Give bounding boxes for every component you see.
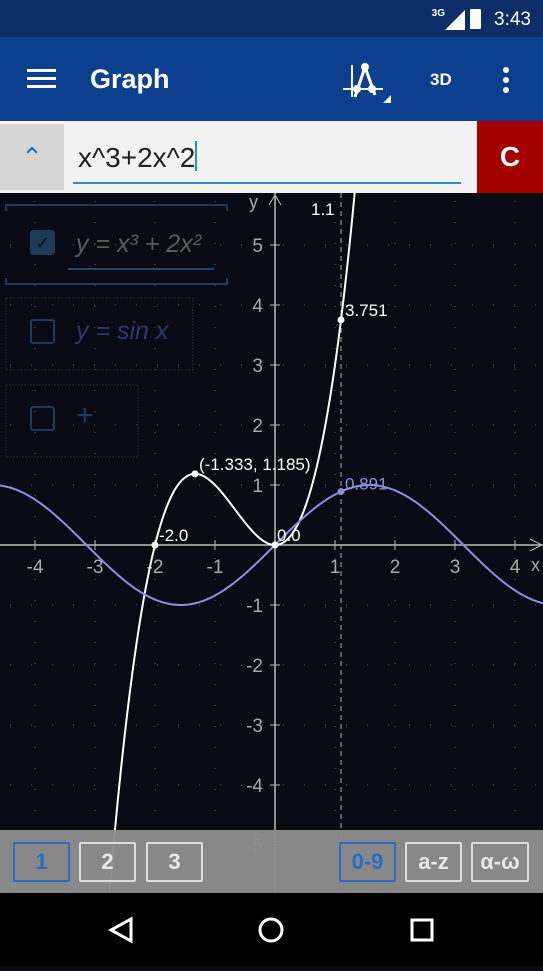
input-underline <box>73 182 461 184</box>
page-2-button[interactable]: 2 <box>79 842 136 882</box>
trace-x-label: 1.1 <box>311 200 335 219</box>
function-3-checkbox[interactable] <box>30 406 55 431</box>
status-bar: 3G 3:43 <box>0 0 543 37</box>
expression-input[interactable]: x^3+2x^2 <box>78 141 197 174</box>
y-tick-label: 1 <box>252 476 263 497</box>
x-tick-label: -1 <box>207 557 224 578</box>
add-function-button[interactable]: + <box>76 399 94 433</box>
function-1-label[interactable]: y = x³ + 2x² <box>76 230 201 259</box>
clock: 3:43 <box>494 9 531 30</box>
point-marker <box>337 316 345 324</box>
menu-icon[interactable] <box>27 69 56 89</box>
navigation-bar <box>0 893 543 966</box>
function-list: ✓ y = x³ + 2x² y = sin x + <box>0 193 260 463</box>
function-2-checkbox[interactable] <box>30 319 55 344</box>
battery-icon <box>470 9 481 29</box>
letters-mode-button[interactable]: a-z <box>405 842 462 882</box>
point-label: 3.751 <box>345 301 388 320</box>
y-tick-label: -2 <box>246 656 263 677</box>
digits-mode-button[interactable]: 0-9 <box>339 842 396 882</box>
signal-icon <box>445 10 465 30</box>
home-icon[interactable] <box>258 917 284 943</box>
x-tick-label: 3 <box>450 557 461 578</box>
x-tick-label: 1 <box>330 557 341 578</box>
page-title: Graph <box>90 64 170 94</box>
page-1-button[interactable]: 1 <box>13 842 70 882</box>
function-1-checkbox[interactable]: ✓ <box>30 230 55 255</box>
point-label: 0.891 <box>345 475 388 494</box>
x-tick-label: -4 <box>27 557 44 578</box>
page-3-button[interactable]: 3 <box>146 842 203 882</box>
network-type: 3G <box>431 8 445 19</box>
y-tick-label: -4 <box>246 776 263 797</box>
point-marker <box>337 488 345 496</box>
expression-bar: ⌃ x^3+2x^2 C <box>0 121 543 193</box>
x-tick-label: 4 <box>510 557 521 578</box>
clear-button[interactable]: C <box>477 121 543 193</box>
keyboard-switcher: 1 2 3 0-9 a-z α-ω <box>0 830 543 893</box>
3d-button[interactable]: 3D <box>430 70 452 90</box>
chevron-up-icon[interactable]: ⌃ <box>0 124 64 190</box>
recents-icon[interactable] <box>410 918 434 942</box>
trace-icon[interactable] <box>335 57 395 107</box>
y-tick-label: -1 <box>246 596 263 617</box>
app-toolbar: Graph 3D <box>0 37 543 121</box>
x-axis-label: x <box>531 555 540 575</box>
point-label: -2.0 <box>159 526 188 545</box>
back-icon[interactable] <box>107 916 133 944</box>
point-label: 0.0 <box>277 526 301 545</box>
more-vert-icon[interactable] <box>503 67 511 97</box>
point-marker <box>151 541 159 549</box>
y-tick-label: -3 <box>246 716 263 737</box>
greek-mode-button[interactable]: α-ω <box>471 842 529 882</box>
point-marker <box>191 470 199 478</box>
x-tick-label: 2 <box>390 557 401 578</box>
function-2-label[interactable]: y = sin x <box>76 317 168 346</box>
